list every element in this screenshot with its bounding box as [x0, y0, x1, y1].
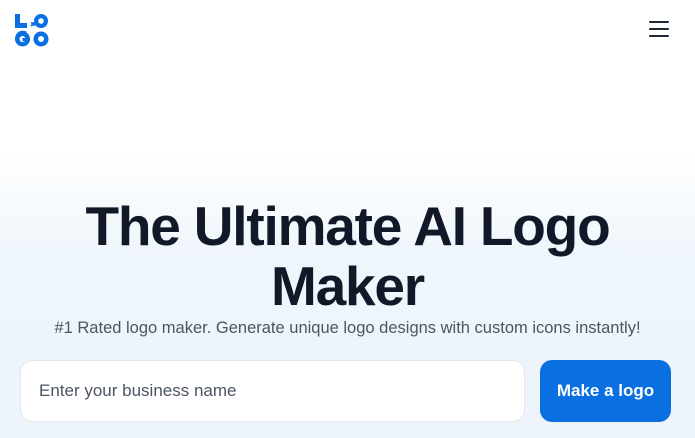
hero-title: The Ultimate AI Logo Maker: [85, 195, 611, 317]
menu-line: [649, 35, 669, 37]
site-header: [0, 0, 695, 60]
logo-wordmark-icon: [15, 14, 49, 47]
hamburger-menu-icon[interactable]: [646, 16, 672, 42]
hero-subtitle: #1 Rated logo maker. Generate unique log…: [54, 319, 641, 337]
make-logo-button[interactable]: Make a logo: [540, 360, 671, 422]
logo-icon[interactable]: [14, 12, 50, 48]
menu-line: [649, 21, 669, 23]
business-name-input[interactable]: [20, 360, 525, 422]
menu-line: [649, 28, 669, 30]
